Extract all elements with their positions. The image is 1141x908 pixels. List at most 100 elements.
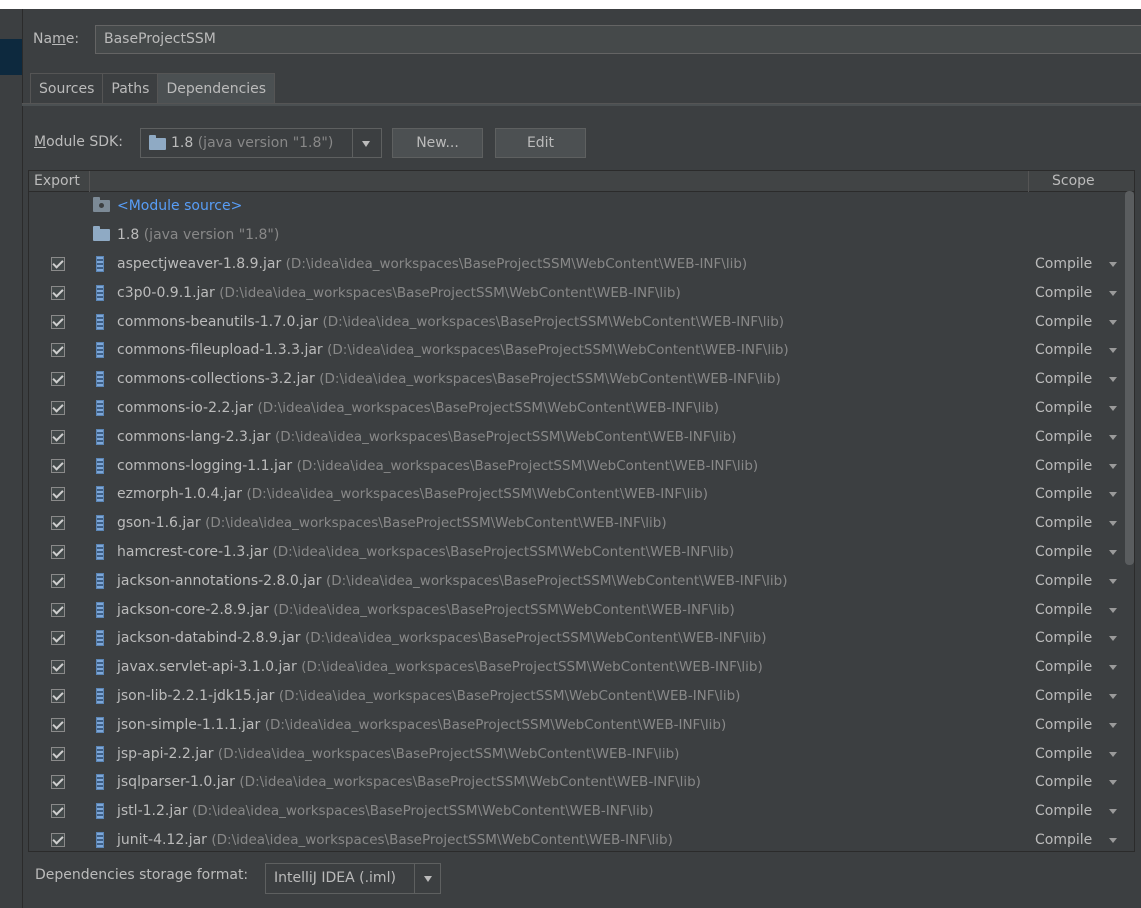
export-checkbox[interactable]: [51, 516, 65, 531]
scope-value[interactable]: Compile: [1035, 624, 1092, 653]
export-checkbox[interactable]: [51, 660, 65, 675]
export-checkbox[interactable]: [51, 372, 65, 387]
export-checkbox[interactable]: [51, 487, 65, 502]
scope-value[interactable]: Compile: [1035, 250, 1092, 279]
export-checkbox[interactable]: [51, 689, 65, 703]
chevron-down-icon[interactable]: [1109, 665, 1117, 671]
table-row[interactable]: commons-beanutils-1.7.0.jar (D:\idea\ide…: [29, 308, 1124, 337]
export-checkbox[interactable]: [51, 746, 65, 761]
export-checkbox[interactable]: [51, 833, 65, 847]
export-checkbox[interactable]: [51, 631, 65, 646]
chevron-down-icon[interactable]: [1109, 463, 1117, 469]
table-row[interactable]: jsqlparser-1.0.jar (D:\idea\idea_workspa…: [29, 768, 1124, 797]
scope-value[interactable]: Compile: [1035, 596, 1092, 625]
table-row[interactable]: jackson-annotations-2.8.0.jar (D:\idea\i…: [29, 567, 1124, 596]
export-checkbox[interactable]: [51, 804, 65, 819]
chevron-down-icon[interactable]: [1109, 607, 1117, 613]
scope-value[interactable]: Compile: [1035, 797, 1092, 826]
chevron-down-icon[interactable]: [1109, 262, 1117, 267]
chevron-down-icon[interactable]: [1109, 434, 1117, 440]
chevron-down-icon[interactable]: [1109, 751, 1117, 757]
table-row[interactable]: commons-io-2.2.jar (D:\idea\idea_workspa…: [29, 394, 1124, 423]
export-checkbox[interactable]: [51, 573, 65, 588]
scope-value[interactable]: Compile: [1035, 567, 1092, 596]
chevron-down-icon[interactable]: [1109, 780, 1117, 786]
scope-value[interactable]: Compile: [1035, 279, 1092, 308]
table-row[interactable]: json-simple-1.1.1.jar (D:\idea\idea_work…: [29, 711, 1124, 740]
export-checkbox[interactable]: [51, 458, 65, 473]
chevron-down-icon[interactable]: [1109, 694, 1117, 699]
module-source-row[interactable]: <Module source>: [29, 192, 1124, 221]
tab-paths[interactable]: Paths: [102, 73, 159, 103]
column-export[interactable]: Export: [34, 171, 80, 192]
chevron-down-icon[interactable]: [1109, 838, 1117, 843]
scope-value[interactable]: Compile: [1035, 538, 1092, 567]
chevron-down-icon[interactable]: [1109, 809, 1117, 815]
scope-value[interactable]: Compile: [1035, 423, 1092, 452]
export-checkbox[interactable]: [51, 401, 65, 415]
chevron-down-icon[interactable]: [1109, 348, 1117, 354]
export-checkbox[interactable]: [51, 343, 65, 358]
chevron-down-icon[interactable]: [1109, 722, 1117, 728]
chevron-down-icon[interactable]: [1109, 550, 1117, 555]
export-checkbox[interactable]: [51, 775, 65, 790]
chevron-down-icon[interactable]: [1109, 521, 1117, 527]
table-row[interactable]: jackson-databind-2.8.9.jar (D:\idea\idea…: [29, 624, 1124, 653]
scope-value[interactable]: Compile: [1035, 336, 1092, 365]
scope-value[interactable]: Compile: [1035, 308, 1092, 337]
scope-value[interactable]: Compile: [1035, 480, 1092, 509]
scope-value[interactable]: Compile: [1035, 826, 1092, 851]
table-row[interactable]: jstl-1.2.jar (D:\idea\idea_workspaces\Ba…: [29, 797, 1124, 826]
storage-format-combo[interactable]: IntelliJ IDEA (.iml): [265, 863, 441, 894]
scope-value[interactable]: Compile: [1035, 452, 1092, 481]
export-checkbox[interactable]: [51, 285, 65, 300]
module-sdk-combo[interactable]: 1.8 (java version "1.8"): [140, 128, 382, 158]
scope-value[interactable]: Compile: [1035, 365, 1092, 394]
table-row[interactable]: commons-collections-3.2.jar (D:\idea\ide…: [29, 365, 1124, 394]
table-row[interactable]: hamcrest-core-1.3.jar (D:\idea\idea_work…: [29, 538, 1124, 567]
table-row[interactable]: commons-lang-2.3.jar (D:\idea\idea_works…: [29, 423, 1124, 452]
table-row[interactable]: c3p0-0.9.1.jar (D:\idea\idea_workspaces\…: [29, 279, 1124, 308]
export-checkbox[interactable]: [51, 717, 65, 732]
scope-value[interactable]: Compile: [1035, 509, 1092, 538]
scope-value[interactable]: Compile: [1035, 653, 1092, 682]
table-row[interactable]: aspectjweaver-1.8.9.jar (D:\idea\idea_wo…: [29, 250, 1124, 279]
left-pane-selection[interactable]: [0, 39, 22, 75]
chevron-down-icon[interactable]: [424, 876, 432, 882]
scope-value[interactable]: Compile: [1035, 682, 1092, 711]
table-row[interactable]: jsp-api-2.2.jar (D:\idea\idea_workspaces…: [29, 740, 1124, 769]
table-row[interactable]: commons-fileupload-1.3.3.jar (D:\idea\id…: [29, 336, 1124, 365]
table-row[interactable]: commons-logging-1.1.jar (D:\idea\idea_wo…: [29, 452, 1124, 481]
table-row[interactable]: jackson-core-2.8.9.jar (D:\idea\idea_wor…: [29, 596, 1124, 625]
chevron-down-icon[interactable]: [1109, 636, 1117, 642]
edit-sdk-button[interactable]: Edit: [495, 128, 586, 158]
table-row[interactable]: javax.servlet-api-3.1.0.jar (D:\idea\ide…: [29, 653, 1124, 682]
table-row[interactable]: json-lib-2.2.1-jdk15.jar (D:\idea\idea_w…: [29, 682, 1124, 711]
new-sdk-button[interactable]: New...: [392, 128, 483, 158]
export-checkbox[interactable]: [51, 429, 65, 444]
export-checkbox[interactable]: [51, 545, 65, 559]
vertical-scrollbar[interactable]: [1125, 191, 1134, 565]
table-row[interactable]: junit-4.12.jar (D:\idea\idea_workspaces\…: [29, 826, 1124, 851]
scope-value[interactable]: Compile: [1035, 711, 1092, 740]
jdk-row[interactable]: 1.8 (java version "1.8"): [29, 221, 1124, 250]
chevron-down-icon[interactable]: [1109, 377, 1117, 383]
scope-value[interactable]: Compile: [1035, 394, 1092, 423]
chevron-down-icon[interactable]: [1109, 290, 1117, 296]
tab-sources[interactable]: Sources: [30, 73, 104, 103]
table-row[interactable]: gson-1.6.jar (D:\idea\idea_workspaces\Ba…: [29, 509, 1124, 538]
chevron-down-icon[interactable]: [1109, 319, 1117, 325]
table-row[interactable]: ezmorph-1.0.4.jar (D:\idea\idea_workspac…: [29, 480, 1124, 509]
chevron-down-icon[interactable]: [1109, 492, 1117, 498]
chevron-down-icon[interactable]: [1109, 578, 1117, 584]
tab-dependencies[interactable]: Dependencies: [157, 73, 276, 103]
export-checkbox[interactable]: [51, 602, 65, 617]
name-field[interactable]: BaseProjectSSM: [95, 25, 1141, 54]
scope-value[interactable]: Compile: [1035, 740, 1092, 769]
chevron-down-icon[interactable]: [1109, 406, 1117, 411]
scope-value[interactable]: Compile: [1035, 768, 1092, 797]
export-checkbox[interactable]: [51, 257, 65, 271]
column-scope[interactable]: Scope: [1052, 171, 1095, 192]
export-checkbox[interactable]: [51, 314, 65, 329]
chevron-down-icon[interactable]: [362, 141, 370, 147]
